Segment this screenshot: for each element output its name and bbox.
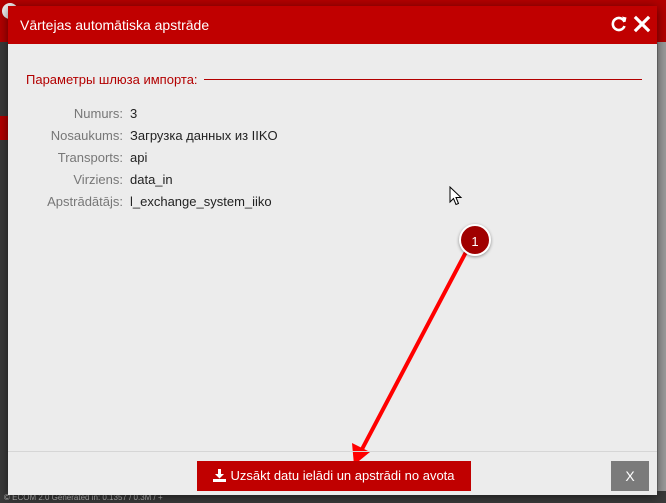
dialog-title: Vārtejas automātiska apstrāde bbox=[20, 17, 210, 33]
gateway-processing-dialog: Vārtejas automātiska apstrāde Параметры … bbox=[8, 6, 657, 495]
param-row-number: Numurs: 3 bbox=[26, 102, 642, 124]
param-value: Загрузка данных из IIKO bbox=[130, 127, 278, 143]
param-row-direction: Virziens: data_in bbox=[26, 168, 642, 190]
close-icon[interactable] bbox=[632, 14, 652, 34]
dialog-footer: Uzsākt datu ielādi un apstrādi no avota … bbox=[8, 451, 657, 495]
annotation-marker: 1 bbox=[459, 224, 491, 256]
download-icon bbox=[213, 469, 227, 483]
refresh-icon[interactable] bbox=[609, 14, 629, 34]
section-legend: Параметры шлюза импорта: bbox=[26, 72, 642, 87]
section-legend-text: Параметры шлюза импорта: bbox=[26, 72, 198, 87]
param-row-name: Nosaukums: Загрузка данных из IIKO bbox=[26, 124, 642, 146]
param-value: api bbox=[130, 149, 148, 165]
import-gateway-params: Параметры шлюза импорта: Numurs: 3 Nosau… bbox=[26, 72, 642, 212]
close-dialog-button[interactable]: X bbox=[611, 461, 649, 491]
params-list: Numurs: 3 Nosaukums: Загрузка данных из … bbox=[26, 102, 642, 212]
param-label: Apstrādātājs: bbox=[47, 193, 123, 209]
param-label: Nosaukums: bbox=[50, 127, 123, 143]
param-label: Numurs: bbox=[73, 105, 123, 121]
param-value: 3 bbox=[130, 105, 138, 121]
param-row-handler: Apstrādātājs: l_exchange_system_iiko bbox=[26, 190, 642, 212]
param-value: l_exchange_system_iiko bbox=[130, 193, 272, 209]
app-sidebar-active-item bbox=[0, 116, 8, 140]
app-scroll-area bbox=[658, 42, 666, 503]
mouse-cursor-icon bbox=[449, 186, 463, 206]
app-sidebar bbox=[0, 42, 8, 503]
dialog-header: Vārtejas automātiska apstrāde bbox=[8, 6, 657, 44]
param-row-transport: Transports: api bbox=[26, 146, 642, 168]
start-import-button[interactable]: Uzsākt datu ielādi un apstrādi no avota bbox=[197, 461, 471, 491]
legend-divider bbox=[203, 79, 642, 80]
param-label: Virziens: bbox=[73, 171, 123, 187]
param-label: Transports: bbox=[57, 149, 123, 165]
param-value: data_in bbox=[130, 171, 173, 187]
start-import-label: Uzsākt datu ielādi un apstrādi no avota bbox=[230, 468, 455, 483]
